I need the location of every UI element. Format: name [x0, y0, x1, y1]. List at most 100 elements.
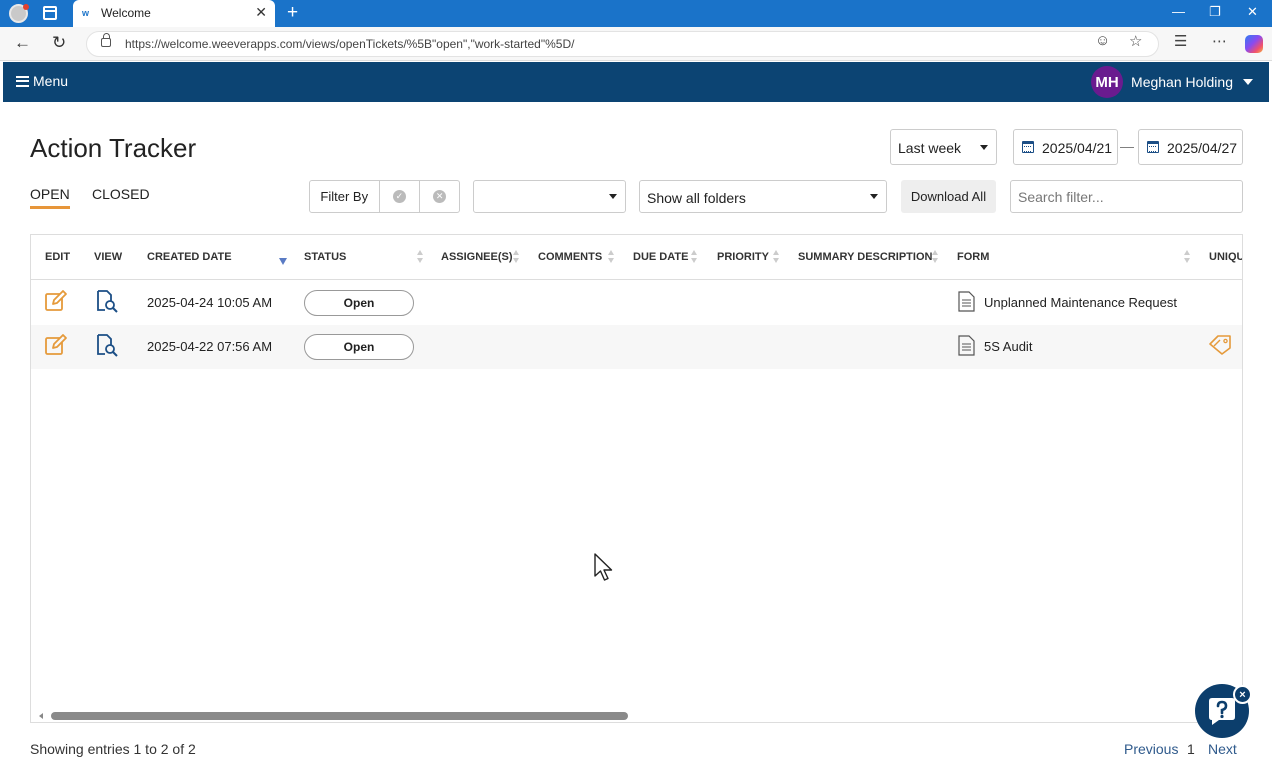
restore-icon[interactable]: ❐ [1209, 4, 1221, 20]
tab-open[interactable]: OPEN [30, 186, 70, 209]
pagination-previous[interactable]: Previous [1124, 741, 1178, 757]
search-input[interactable] [1010, 180, 1243, 213]
menu-button[interactable]: Menu [16, 73, 68, 89]
app-header: Menu MH Meghan Holding [3, 62, 1269, 102]
profile-icon[interactable] [9, 4, 29, 23]
window-close-icon[interactable]: ✕ [1247, 4, 1258, 20]
url-text: https://welcome.weeverapps.com/views/ope… [125, 37, 575, 51]
pagination-next[interactable]: Next [1208, 741, 1237, 757]
table-header: EDIT VIEW CREATED DATE STATUS ASSIGNEE(S… [31, 235, 1242, 280]
user-name: Meghan Holding [1131, 74, 1233, 90]
sort-icon[interactable] [513, 250, 519, 264]
sort-icon[interactable] [932, 250, 938, 264]
col-edit: EDIT [45, 251, 71, 263]
pagination-page[interactable]: 1 [1187, 741, 1195, 757]
minimize-icon[interactable]: — [1172, 4, 1185, 19]
help-close-button[interactable]: × [1233, 685, 1252, 704]
date-range-select[interactable]: Last week [890, 129, 997, 165]
filter-check-button[interactable]: ✓ [380, 181, 420, 212]
date-from-field[interactable]: 2025/04/21 [1013, 129, 1118, 165]
filter-clear-button[interactable]: ✕ [419, 181, 459, 212]
created-date-cell: 2025-04-24 10:05 AM [147, 295, 273, 310]
col-form[interactable]: FORM [957, 251, 989, 263]
chevron-down-icon [609, 194, 617, 199]
browser-tab-bar: w Welcome ✕ + — ❐ ✕ [0, 0, 1272, 27]
form-name-cell[interactable]: Unplanned Maintenance Request [984, 295, 1177, 310]
date-to-value: 2025/04/27 [1167, 140, 1238, 156]
folder-select[interactable]: Show all folders [639, 180, 887, 213]
copilot-icon[interactable] [1245, 35, 1263, 53]
avatar: MH [1091, 66, 1124, 98]
url-field[interactable]: https://welcome.weeverapps.com/views/ope… [86, 31, 1159, 57]
col-unique[interactable]: UNIQU [1209, 251, 1242, 263]
address-bar: ← ↻ https://welcome.weeverapps.com/views… [0, 27, 1272, 61]
date-range-value: Last week [898, 140, 962, 156]
table-row: 2025-04-22 07:56 AM Open 5S Audit [31, 325, 1242, 369]
view-icon[interactable] [95, 289, 119, 313]
tag-icon[interactable] [1208, 333, 1234, 355]
col-comments[interactable]: COMMENTS [538, 251, 602, 263]
page-title: Action Tracker [30, 133, 197, 163]
created-date-cell: 2025-04-22 07:56 AM [147, 339, 273, 354]
back-icon[interactable]: ← [14, 33, 31, 53]
chevron-down-icon [1243, 79, 1253, 85]
mouse-cursor-icon [594, 553, 613, 581]
folder-select-value: Show all folders [647, 190, 746, 206]
status-button[interactable]: Open [304, 334, 414, 360]
col-status[interactable]: STATUS [304, 251, 346, 263]
col-created-date[interactable]: CREATED DATE [147, 251, 232, 263]
form-doc-icon [958, 335, 975, 356]
col-due-date[interactable]: DUE DATE [633, 251, 688, 263]
calendar-icon [1147, 141, 1159, 153]
date-separator: — [1120, 138, 1134, 154]
tab-actions-icon[interactable] [43, 6, 57, 20]
more-options-icon[interactable]: ⋯ [1212, 32, 1227, 50]
download-all-button[interactable]: Download All [901, 180, 996, 213]
form-name-cell[interactable]: 5S Audit [984, 339, 1032, 354]
filter-by-button[interactable]: Filter By [310, 181, 380, 212]
filter-by-group: Filter By ✓ ✕ [309, 180, 460, 213]
scrollbar-thumb[interactable] [51, 712, 628, 720]
favicon-icon: w [82, 8, 90, 18]
sort-icon[interactable] [773, 250, 779, 264]
hamburger-icon [16, 75, 29, 87]
tab-title: Welcome [101, 6, 151, 20]
tickets-table: EDIT VIEW CREATED DATE STATUS ASSIGNEE(S… [30, 234, 1243, 723]
chevron-down-icon [870, 194, 878, 199]
filter-value-select[interactable] [473, 180, 626, 213]
edit-icon[interactable] [44, 333, 68, 357]
x-circle-icon: ✕ [433, 190, 447, 203]
table-row: 2025-04-24 10:05 AM Open Unplanned Maint… [31, 281, 1242, 325]
chevron-down-icon [980, 145, 988, 150]
date-from-value: 2025/04/21 [1042, 140, 1113, 156]
status-button[interactable]: Open [304, 290, 414, 316]
tab-closed[interactable]: CLOSED [92, 186, 150, 202]
horizontal-scrollbar[interactable] [32, 709, 1242, 722]
close-tab-icon[interactable]: ✕ [255, 4, 267, 21]
form-doc-icon [958, 291, 975, 312]
view-icon[interactable] [95, 333, 119, 357]
sort-icon[interactable] [691, 250, 697, 264]
favorites-list-icon[interactable]: ☰ [1174, 32, 1187, 50]
menu-label: Menu [33, 73, 69, 89]
refresh-icon[interactable]: ↻ [52, 33, 66, 53]
user-menu[interactable]: MH Meghan Holding [1091, 66, 1253, 98]
col-priority[interactable]: PRIORITY [717, 251, 769, 263]
sort-icon[interactable] [608, 250, 614, 264]
col-assignees[interactable]: ASSIGNEE(S) [441, 251, 513, 263]
date-to-field[interactable]: 2025/04/27 [1138, 129, 1243, 165]
entries-info: Showing entries 1 to 2 of 2 [30, 741, 196, 757]
scroll-left-icon[interactable] [39, 713, 43, 719]
check-circle-icon: ✓ [392, 190, 406, 203]
browser-tab[interactable]: w Welcome ✕ [73, 0, 275, 27]
edit-icon[interactable] [44, 289, 68, 313]
sort-icon[interactable] [417, 250, 423, 264]
sort-desc-icon[interactable] [279, 258, 287, 265]
new-tab-icon[interactable]: + [287, 2, 298, 24]
col-view: VIEW [94, 251, 123, 263]
calendar-icon [1022, 141, 1034, 153]
favorite-star-icon[interactable]: ☆ [1129, 32, 1142, 50]
sort-icon[interactable] [1184, 250, 1190, 264]
col-summary-description[interactable]: SUMMARY DESCRIPTION [798, 251, 932, 263]
reading-mode-icon[interactable]: ☺ [1095, 32, 1110, 49]
